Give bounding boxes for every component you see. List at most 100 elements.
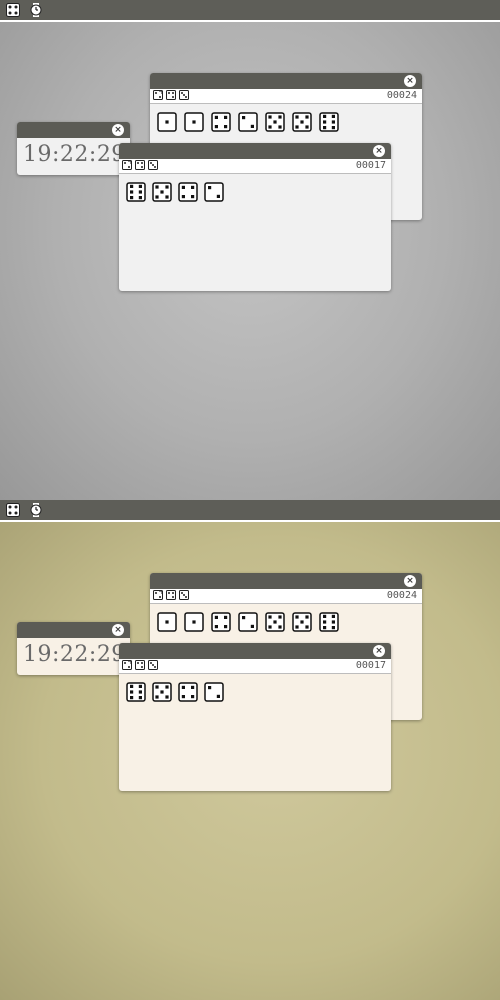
die-pip (192, 620, 196, 624)
dice-toolbar: 00024 (150, 89, 422, 104)
close-button[interactable]: × (112, 124, 124, 136)
die-5[interactable] (292, 612, 312, 632)
roll-all-icon[interactable] (153, 590, 163, 600)
die-1[interactable] (184, 612, 204, 632)
die-5[interactable] (152, 182, 172, 202)
roll-counter: 00024 (386, 590, 417, 601)
die-2[interactable] (238, 612, 258, 632)
die-pip (242, 116, 246, 120)
die-pip (181, 185, 185, 189)
add-die-icon[interactable] (135, 660, 145, 670)
die-2[interactable] (238, 112, 258, 132)
die-pip (130, 684, 134, 688)
die-pip (323, 126, 327, 130)
die-pip (323, 120, 327, 124)
clock-app-icon[interactable] (28, 502, 44, 518)
die-pip (305, 625, 309, 629)
roll-all-icon[interactable] (122, 660, 132, 670)
die-pip (268, 115, 272, 119)
close-button[interactable]: × (373, 145, 385, 157)
die-pip (224, 115, 228, 119)
dice-area (119, 674, 391, 791)
dice-area (119, 174, 391, 291)
die-pip (165, 195, 169, 199)
clock-window: × 19:22:29 (17, 122, 130, 175)
die-6[interactable] (126, 682, 146, 702)
clock-window: × 19:22:29 (17, 622, 130, 675)
dice-toolbar: 00024 (150, 589, 422, 604)
die-pip (331, 614, 335, 618)
remove-die-icon[interactable] (179, 90, 189, 100)
die-pip (155, 195, 159, 199)
roll-all-icon[interactable] (122, 160, 132, 170)
die-4[interactable] (211, 112, 231, 132)
die-pip (216, 694, 220, 698)
die-pip (191, 695, 195, 699)
desktop-tan: × 19:22:29 × 00024 × 00017 (0, 500, 500, 1000)
die-pip (138, 684, 142, 688)
die-pip (214, 615, 218, 619)
die-pip (138, 696, 142, 700)
die-pip (160, 190, 164, 194)
die-2[interactable] (204, 682, 224, 702)
close-button[interactable]: × (373, 645, 385, 657)
roll-all-icon[interactable] (153, 90, 163, 100)
die-pip (305, 615, 309, 619)
die-4[interactable] (178, 682, 198, 702)
add-die-icon[interactable] (135, 160, 145, 170)
remove-die-icon[interactable] (148, 160, 158, 170)
roll-counter: 00017 (355, 160, 386, 171)
dice-app-icon[interactable] (5, 502, 21, 518)
clock-window-titlebar[interactable]: × (17, 122, 130, 138)
dice-window-titlebar[interactable]: × (119, 143, 391, 159)
die-pip (165, 695, 169, 699)
die-1[interactable] (184, 112, 204, 132)
die-pip (191, 195, 195, 199)
die-pip (214, 625, 218, 629)
dice-app-icon[interactable] (5, 2, 21, 18)
die-4[interactable] (211, 612, 231, 632)
dice-toolbar: 00017 (119, 659, 391, 674)
die-pip (130, 190, 134, 194)
die-pip (191, 185, 195, 189)
die-pip (278, 115, 282, 119)
die-pip (295, 615, 299, 619)
close-button[interactable]: × (112, 624, 124, 636)
add-die-icon[interactable] (166, 90, 176, 100)
remove-die-icon[interactable] (179, 590, 189, 600)
die-5[interactable] (265, 612, 285, 632)
dice-window-front: × 00017 (119, 643, 391, 791)
desktop-gray: × 19:22:29 × 00024 × 00017 (0, 0, 500, 500)
dice-window-titlebar[interactable]: × (150, 573, 422, 589)
die-2[interactable] (204, 182, 224, 202)
die-pip (323, 620, 327, 624)
add-die-icon[interactable] (166, 590, 176, 600)
clock-app-icon[interactable] (28, 2, 44, 18)
die-5[interactable] (292, 112, 312, 132)
close-button[interactable]: × (404, 575, 416, 587)
die-1[interactable] (157, 612, 177, 632)
die-pip (214, 115, 218, 119)
die-pip (305, 115, 309, 119)
clock-window-titlebar[interactable]: × (17, 622, 130, 638)
die-1[interactable] (157, 112, 177, 132)
die-5[interactable] (265, 112, 285, 132)
dice-window-titlebar[interactable]: × (119, 643, 391, 659)
die-4[interactable] (178, 182, 198, 202)
dice-window-titlebar[interactable]: × (150, 73, 422, 89)
roll-counter: 00017 (355, 660, 386, 671)
die-pip (191, 685, 195, 689)
remove-die-icon[interactable] (148, 660, 158, 670)
clock-time: 19:22:29 (23, 142, 126, 167)
die-6[interactable] (319, 612, 339, 632)
die-pip (224, 615, 228, 619)
die-pip (268, 625, 272, 629)
die-pip (331, 114, 335, 118)
close-button[interactable]: × (404, 75, 416, 87)
die-pip (323, 614, 327, 618)
die-6[interactable] (319, 112, 339, 132)
die-5[interactable] (152, 682, 172, 702)
die-pip (138, 184, 142, 188)
die-6[interactable] (126, 182, 146, 202)
die-pip (216, 194, 220, 198)
